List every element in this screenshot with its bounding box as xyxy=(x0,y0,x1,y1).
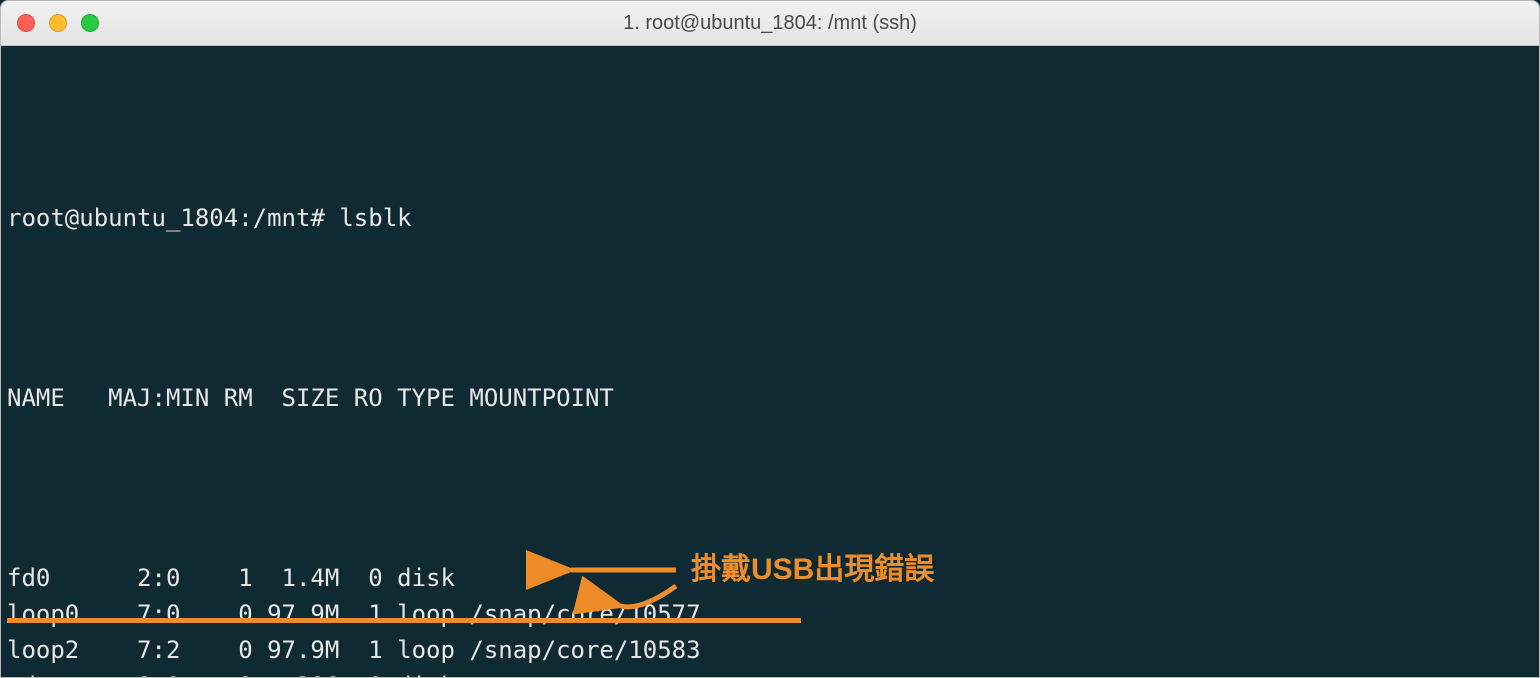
prompt-path: /mnt xyxy=(253,204,311,232)
titlebar: 1. root@ubuntu_1804: /mnt (ssh) xyxy=(1,1,1539,46)
prompt-line: root@ubuntu_1804:/mnt# lsblk xyxy=(7,200,1533,236)
prompt-user: root@ubuntu_1804 xyxy=(7,204,238,232)
table-row: sda 8:0 0 20G 0 disk xyxy=(7,668,1533,678)
terminal-body[interactable]: root@ubuntu_1804:/mnt# lsblk NAME MAJ:MI… xyxy=(1,46,1539,678)
prompt-symbol: # xyxy=(310,204,324,232)
window-title: 1. root@ubuntu_1804: /mnt (ssh) xyxy=(1,12,1539,35)
minimize-icon[interactable] xyxy=(49,14,67,32)
table-row: fd0 2:0 1 1.4M 0 disk xyxy=(7,560,1533,596)
table-row: loop0 7:0 0 97.9M 1 loop /snap/core/1057… xyxy=(7,596,1533,632)
zoom-icon[interactable] xyxy=(81,14,99,32)
terminal-window: 1. root@ubuntu_1804: /mnt (ssh) root@ubu… xyxy=(0,0,1540,678)
table-row: loop2 7:2 0 97.9M 1 loop /snap/core/1058… xyxy=(7,632,1533,668)
lsblk-rows: fd0 2:0 1 1.4M 0 disk loop0 7:0 0 97.9M … xyxy=(7,560,1533,678)
window-controls xyxy=(17,14,99,32)
lsblk-header: NAME MAJ:MIN RM SIZE RO TYPE MOUNTPOINT xyxy=(7,380,1533,416)
close-icon[interactable] xyxy=(17,14,35,32)
command-lsblk: lsblk xyxy=(339,204,411,232)
